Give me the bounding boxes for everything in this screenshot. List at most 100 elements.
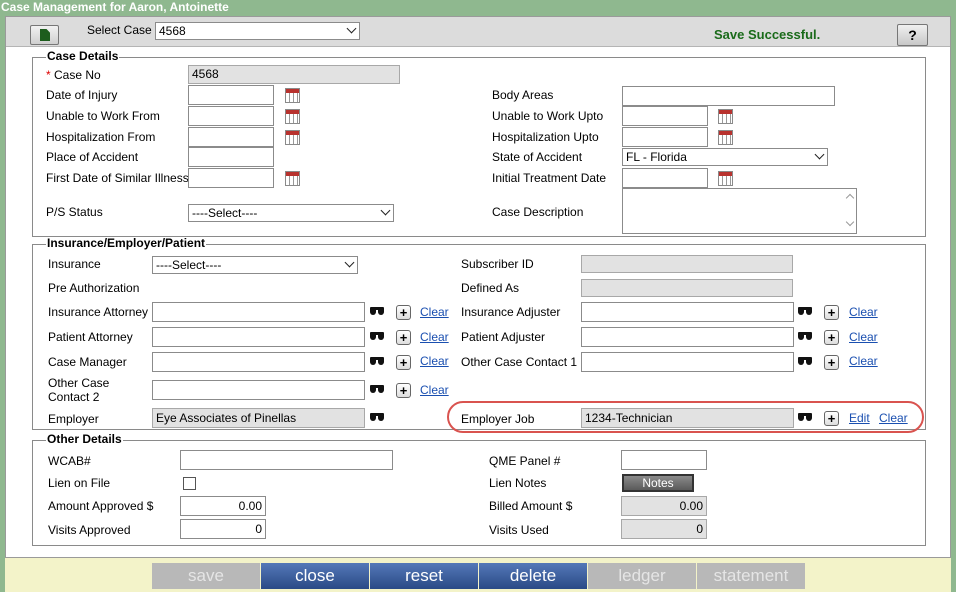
other-contact2-field[interactable]	[152, 380, 365, 400]
chevron-down-icon	[346, 23, 357, 34]
other-contact1-field[interactable]	[581, 352, 794, 372]
qme-panel-field[interactable]	[621, 450, 707, 470]
case-description-field[interactable]	[622, 188, 857, 234]
subscriber-id-label: Subscriber ID	[461, 257, 534, 271]
amount-approved-field[interactable]: 0.00	[180, 496, 266, 516]
add-icon[interactable]: +	[824, 305, 839, 320]
calendar-icon[interactable]	[285, 109, 300, 124]
calendar-icon[interactable]	[718, 171, 733, 186]
defined-as-field	[581, 279, 793, 297]
lien-on-file-checkbox[interactable]	[183, 477, 196, 490]
search-binoculars-icon[interactable]	[370, 304, 384, 316]
add-icon[interactable]: +	[396, 330, 411, 345]
billed-amount-field: 0.00	[621, 496, 707, 516]
unable-upto-field[interactable]	[622, 106, 708, 126]
initial-treatment-field[interactable]	[622, 168, 708, 188]
clear-patient-attorney-link[interactable]: Clear	[420, 330, 449, 344]
add-icon[interactable]: +	[824, 330, 839, 345]
other-details-section	[32, 440, 926, 546]
amount-approved-label: Amount Approved $	[48, 499, 154, 513]
visits-approved-label: Visits Approved	[48, 523, 131, 537]
hosp-upto-label: Hospitalization Upto	[492, 130, 599, 144]
clear-other-contact1-link[interactable]: Clear	[849, 354, 878, 368]
search-binoculars-icon[interactable]	[370, 382, 384, 394]
edit-employer-job-link[interactable]: Edit	[849, 411, 870, 425]
ledger-button[interactable]: ledger	[588, 563, 696, 589]
notes-button[interactable]: Notes	[622, 474, 694, 492]
pre-authorization-label: Pre Authorization	[48, 281, 140, 295]
case-description-label: Case Description	[492, 205, 584, 219]
date-of-injury-label: Date of Injury	[46, 88, 118, 102]
visits-used-label: Visits Used	[489, 523, 549, 537]
unable-from-field[interactable]	[188, 106, 274, 126]
clear-insurance-attorney-link[interactable]: Clear	[420, 305, 449, 319]
hosp-from-field[interactable]	[188, 127, 274, 147]
window-title: Case Management for Aaron, Antoinette	[0, 0, 956, 16]
calendar-icon[interactable]	[285, 171, 300, 186]
hosp-from-label: Hospitalization From	[46, 130, 156, 144]
delete-button[interactable]: delete	[479, 563, 587, 589]
patient-adjuster-label: Patient Adjuster	[461, 330, 546, 344]
case-manager-label: Case Manager	[48, 355, 127, 369]
other-details-legend: Other Details	[46, 432, 123, 446]
first-date-label: First Date of Similar Illness	[46, 171, 189, 185]
clear-case-manager-link[interactable]: Clear	[420, 354, 449, 368]
hosp-upto-field[interactable]	[622, 127, 708, 147]
clear-other-contact2-link[interactable]: Clear	[420, 383, 449, 397]
employer-field: Eye Associates of Pinellas	[152, 408, 365, 428]
help-button[interactable]: ?	[897, 24, 928, 46]
search-binoculars-icon[interactable]	[370, 410, 384, 422]
state-of-accident-dropdown[interactable]: FL - Florida	[622, 148, 828, 166]
search-binoculars-icon[interactable]	[798, 329, 812, 341]
scroll-up-icon[interactable]	[845, 193, 855, 203]
lien-on-file-label: Lien on File	[48, 476, 111, 490]
visits-approved-field[interactable]: 0	[180, 519, 266, 539]
place-of-accident-field[interactable]	[188, 147, 274, 167]
add-icon[interactable]: +	[824, 411, 839, 426]
clear-employer-job-link[interactable]: Clear	[879, 411, 908, 425]
reset-button[interactable]: reset	[370, 563, 478, 589]
lien-notes-label: Lien Notes	[489, 476, 547, 490]
calendar-icon[interactable]	[718, 130, 733, 145]
search-binoculars-icon[interactable]	[370, 329, 384, 341]
body-areas-field[interactable]	[622, 86, 835, 106]
case-details-legend: Case Details	[46, 49, 120, 63]
calendar-icon[interactable]	[285, 88, 300, 103]
add-icon[interactable]: +	[824, 355, 839, 370]
search-binoculars-icon[interactable]	[798, 304, 812, 316]
wcab-field[interactable]	[180, 450, 393, 470]
save-button[interactable]: save	[152, 563, 260, 589]
qme-panel-label: QME Panel #	[489, 454, 561, 468]
patient-adjuster-field[interactable]	[581, 327, 794, 347]
other-contact2-label-line1: Other Case	[48, 376, 110, 390]
insurance-attorney-field[interactable]	[152, 302, 365, 322]
date-of-injury-field[interactable]	[188, 85, 274, 105]
calendar-icon[interactable]	[718, 109, 733, 124]
clear-insurance-adjuster-link[interactable]: Clear	[849, 305, 878, 319]
ps-status-dropdown[interactable]: ----Select----	[188, 204, 394, 222]
add-icon[interactable]: +	[396, 383, 411, 398]
search-binoculars-icon[interactable]	[798, 410, 812, 422]
clear-patient-adjuster-link[interactable]: Clear	[849, 330, 878, 344]
chevron-down-icon	[344, 257, 355, 268]
insurance-legend: Insurance/Employer/Patient	[46, 236, 207, 250]
search-binoculars-icon[interactable]	[798, 354, 812, 366]
body-areas-label: Body Areas	[492, 88, 554, 102]
first-date-field[interactable]	[188, 168, 274, 188]
new-document-button[interactable]	[30, 25, 59, 45]
document-icon	[40, 29, 50, 41]
scroll-down-icon[interactable]	[845, 217, 855, 227]
add-icon[interactable]: +	[396, 305, 411, 320]
insurance-adjuster-field[interactable]	[581, 302, 794, 322]
statement-button[interactable]: statement	[697, 563, 805, 589]
select-case-dropdown[interactable]: 4568	[155, 22, 360, 40]
employer-job-label: Employer Job	[461, 412, 535, 426]
close-button[interactable]: close	[261, 563, 369, 589]
insurance-dropdown[interactable]: ----Select----	[152, 256, 358, 274]
calendar-icon[interactable]	[285, 130, 300, 145]
patient-attorney-field[interactable]	[152, 327, 365, 347]
search-binoculars-icon[interactable]	[370, 354, 384, 366]
select-case-label: Select Case	[87, 23, 152, 37]
case-manager-field[interactable]	[152, 352, 365, 372]
add-icon[interactable]: +	[396, 355, 411, 370]
